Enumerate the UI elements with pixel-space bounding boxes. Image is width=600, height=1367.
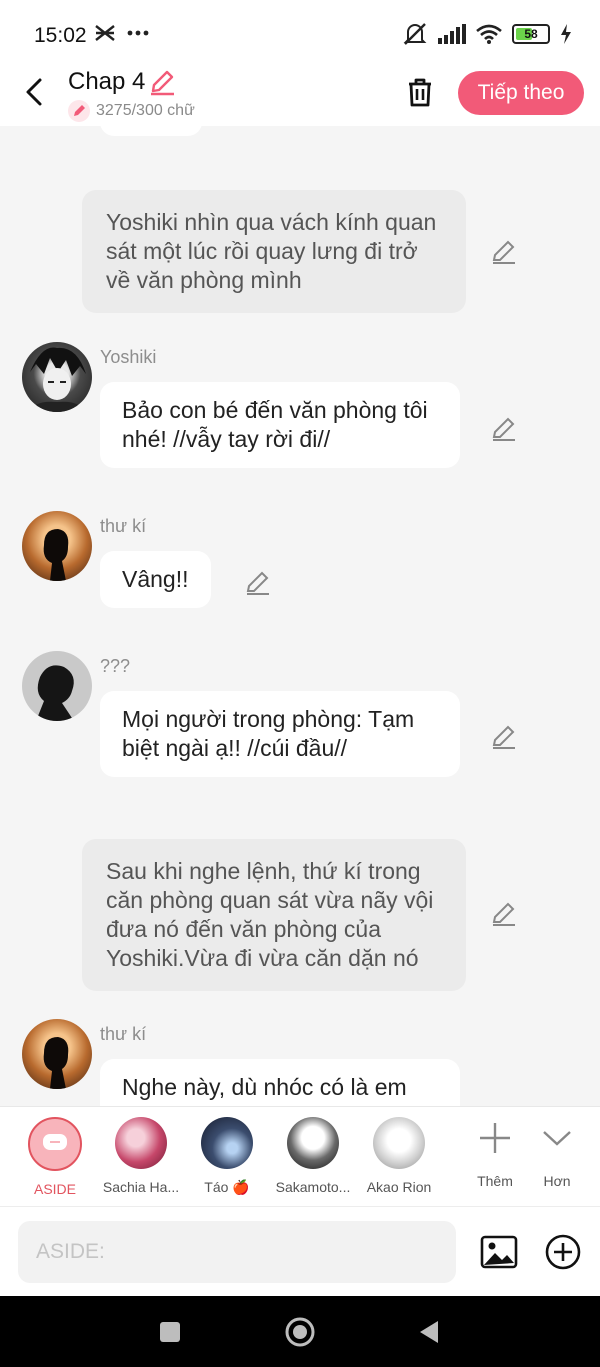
battery-level: 58 <box>524 27 538 41</box>
narration-bubble[interactable]: Yoshiki nhìn qua vách kính quan sát một … <box>82 190 466 313</box>
pen-icon <box>68 100 90 122</box>
character-akao-rion[interactable]: Akao Rion <box>356 1117 442 1195</box>
signal-icon <box>438 24 466 44</box>
chat-bubble-icon <box>28 1117 82 1171</box>
editor-header: Chap 4 3275/300 chữ Tiếp theo <box>0 62 600 126</box>
edit-icon[interactable] <box>490 415 518 443</box>
speaker-name: Yoshiki <box>100 347 157 367</box>
character-picker: ASIDE Sachia Ha... Táo 🍎 Sakamoto... Aka… <box>0 1106 600 1206</box>
avatar <box>287 1117 339 1169</box>
silhouette-portrait <box>36 665 74 721</box>
dialogue-bubble[interactable]: Vâng!! <box>100 551 211 608</box>
trash-icon[interactable] <box>402 74 438 110</box>
character-sachia[interactable]: Sachia Ha... <box>98 1117 184 1195</box>
dialogue-bubble[interactable]: Bảo con bé đến văn phòng tôi nhé! //vẫy … <box>100 382 460 468</box>
word-count-text: 3275/300 chữ <box>96 102 195 119</box>
avatar[interactable] <box>22 1019 92 1089</box>
status-bar: 15:02 58 <box>0 0 600 62</box>
more-dots-icon <box>127 30 149 36</box>
avatar <box>373 1117 425 1169</box>
pencil-icon[interactable] <box>148 68 176 96</box>
image-icon[interactable] <box>480 1233 518 1271</box>
edit-icon[interactable] <box>490 900 518 928</box>
character-name: ASIDE <box>33 1181 76 1197</box>
character-name: Sakamoto... <box>275 1179 351 1195</box>
character-name: Táo 🍎 <box>204 1179 250 1195</box>
speaker-name: thư kí <box>100 1024 147 1044</box>
mute-icon <box>403 23 427 45</box>
character-name: Hơn <box>543 1173 571 1189</box>
edit-icon[interactable] <box>490 723 518 751</box>
battery-icon: 58 <box>512 24 550 44</box>
message-input[interactable] <box>18 1221 456 1283</box>
avatar <box>115 1117 167 1169</box>
character-name: Akao Rion <box>366 1179 432 1195</box>
avatar[interactable] <box>22 511 92 581</box>
dialogue-bubble[interactable]: Mọi người trong phòng: Tạm biệt ngài ạ!!… <box>100 691 460 777</box>
avatar <box>201 1117 253 1169</box>
wifi-icon <box>476 24 502 44</box>
recent-apps-button[interactable] <box>154 1316 186 1348</box>
character-name: Sachia Ha... <box>102 1179 180 1195</box>
plus-icon <box>480 1123 510 1153</box>
charging-icon <box>561 24 571 44</box>
speaker-name: ??? <box>100 656 131 676</box>
edit-icon[interactable] <box>490 238 518 266</box>
dialogue-bubble[interactable]: Nghe này, dù nhóc có là em <box>100 1059 460 1106</box>
next-button[interactable]: Tiếp theo <box>458 71 584 115</box>
chapter-title[interactable]: Chap 4 <box>68 68 145 96</box>
edit-icon[interactable] <box>244 569 272 597</box>
chat-area[interactable]: Yoshiki nhìn qua vách kính quan sát một … <box>0 126 600 1106</box>
silhouette-portrait <box>43 1037 69 1089</box>
avatar[interactable] <box>22 651 92 721</box>
add-circle-icon[interactable] <box>544 1233 582 1271</box>
chevron-down-icon <box>543 1131 571 1146</box>
home-button[interactable] <box>284 1316 316 1348</box>
character-portrait <box>30 347 86 412</box>
notification-icon <box>95 25 115 41</box>
character-aside[interactable]: ASIDE <box>12 1117 98 1197</box>
word-count: 3275/300 chữ <box>68 100 195 122</box>
more-characters-button[interactable]: Hơn <box>514 1117 600 1189</box>
avatar[interactable] <box>22 342 92 412</box>
back-button[interactable] <box>20 74 50 110</box>
composer <box>0 1206 600 1296</box>
speaker-name: thư kí <box>100 516 147 536</box>
system-nav-bar <box>0 1296 600 1367</box>
silhouette-portrait <box>43 529 69 581</box>
back-nav-button[interactable] <box>414 1316 446 1348</box>
status-time: 15:02 <box>34 24 87 47</box>
previous-message-bubble <box>100 126 202 136</box>
narration-bubble[interactable]: Sau khi nghe lệnh, thứ kí trong căn phòn… <box>82 839 466 991</box>
character-sakamoto[interactable]: Sakamoto... <box>270 1117 356 1195</box>
character-tao[interactable]: Táo 🍎 <box>184 1117 270 1196</box>
